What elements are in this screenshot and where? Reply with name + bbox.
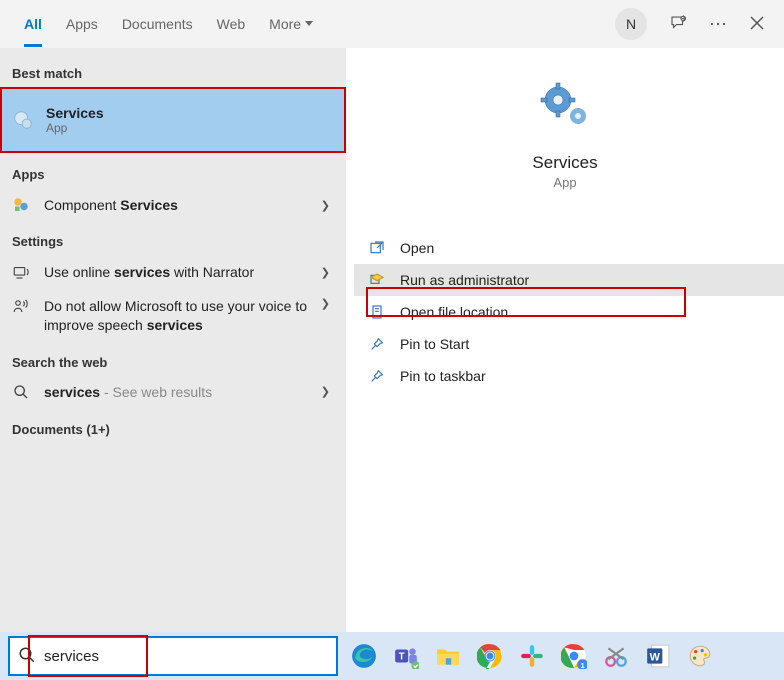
tab-more[interactable]: More: [269, 2, 313, 47]
section-settings: Settings: [0, 228, 346, 255]
taskbar-paint[interactable]: [684, 640, 716, 672]
detail-panel: Services App Open Run as administrator O…: [346, 48, 784, 632]
action-label: Run as administrator: [400, 272, 529, 288]
taskbar-chrome[interactable]: [474, 640, 506, 672]
section-search-web: Search the web: [0, 349, 346, 376]
result-title: Do not allow Microsoft to use your voice…: [44, 297, 309, 335]
svg-text:1: 1: [581, 661, 585, 669]
admin-icon: [368, 272, 386, 288]
result-component-services[interactable]: Component Services ❯: [0, 188, 346, 222]
tab-web[interactable]: Web: [217, 2, 246, 47]
result-title: Services: [46, 105, 334, 121]
action-pin-start[interactable]: Pin to Start: [354, 328, 784, 360]
tab-label: Web: [217, 16, 246, 32]
more-icon[interactable]: [709, 14, 728, 35]
tab-label: Apps: [66, 16, 98, 32]
pin-icon: [368, 368, 386, 384]
services-icon: [12, 109, 34, 131]
narrator-icon: [10, 263, 32, 281]
chevron-right-icon: ❯: [321, 199, 336, 212]
taskbar-explorer[interactable]: [432, 640, 464, 672]
results-panel: Best match Services App Apps Component S…: [0, 48, 346, 632]
taskbar-word[interactable]: W: [642, 640, 674, 672]
result-speech[interactable]: Do not allow Microsoft to use your voice…: [0, 289, 346, 343]
tab-apps[interactable]: Apps: [66, 2, 98, 47]
result-web[interactable]: services - See web results ❯: [0, 376, 346, 408]
tab-documents[interactable]: Documents: [122, 2, 193, 47]
close-icon[interactable]: [750, 16, 764, 33]
action-run-admin[interactable]: Run as administrator: [354, 264, 784, 296]
chevron-right-icon: ❯: [321, 297, 336, 310]
section-best-match: Best match: [0, 60, 346, 87]
taskbar-slack[interactable]: [516, 640, 548, 672]
taskbar: T 1 W: [0, 632, 784, 680]
pin-icon: [368, 336, 386, 352]
feedback-icon[interactable]: [669, 14, 687, 35]
result-title: services - See web results: [44, 384, 309, 400]
component-services-icon: [10, 196, 32, 214]
result-narrator[interactable]: Use online services with Narrator ❯: [0, 255, 346, 289]
action-pin-taskbar[interactable]: Pin to taskbar: [354, 360, 784, 392]
search-box[interactable]: [8, 636, 338, 676]
open-icon: [368, 240, 386, 256]
taskbar-snip[interactable]: [600, 640, 632, 672]
hero-sub: App: [553, 175, 576, 190]
tab-label: All: [24, 16, 42, 32]
folder-icon: [368, 304, 386, 320]
filter-tabs: All Apps Documents Web More N: [0, 0, 784, 48]
chevron-right-icon: ❯: [321, 266, 336, 279]
speech-icon: [10, 297, 32, 315]
section-apps: Apps: [0, 161, 346, 188]
taskbar-edge[interactable]: [348, 640, 380, 672]
user-avatar[interactable]: N: [615, 8, 647, 40]
search-input[interactable]: [44, 648, 328, 665]
section-documents: Documents (1+): [0, 416, 346, 443]
hero-title: Services: [532, 153, 597, 173]
result-sub: App: [46, 121, 334, 135]
result-title: Component Services: [44, 197, 309, 213]
result-services[interactable]: Services App: [0, 87, 346, 153]
search-icon: [18, 646, 36, 667]
action-label: Open file location: [400, 304, 508, 320]
taskbar-teams[interactable]: T: [390, 640, 422, 672]
action-label: Open: [400, 240, 434, 256]
tab-label: More: [269, 16, 301, 32]
search-icon: [10, 384, 32, 400]
services-hero-icon: [540, 82, 590, 139]
taskbar-chrome-canary[interactable]: 1: [558, 640, 590, 672]
chevron-right-icon: ❯: [321, 385, 336, 398]
action-open-location[interactable]: Open file location: [354, 296, 784, 328]
avatar-initial: N: [626, 16, 636, 32]
chevron-down-icon: [305, 21, 313, 26]
action-label: Pin to Start: [400, 336, 469, 352]
action-open[interactable]: Open: [354, 232, 784, 264]
svg-text:T: T: [399, 651, 405, 662]
tab-all[interactable]: All: [24, 2, 42, 47]
action-label: Pin to taskbar: [400, 368, 486, 384]
result-title: Use online services with Narrator: [44, 264, 309, 280]
svg-text:W: W: [650, 651, 661, 663]
tab-label: Documents: [122, 16, 193, 32]
